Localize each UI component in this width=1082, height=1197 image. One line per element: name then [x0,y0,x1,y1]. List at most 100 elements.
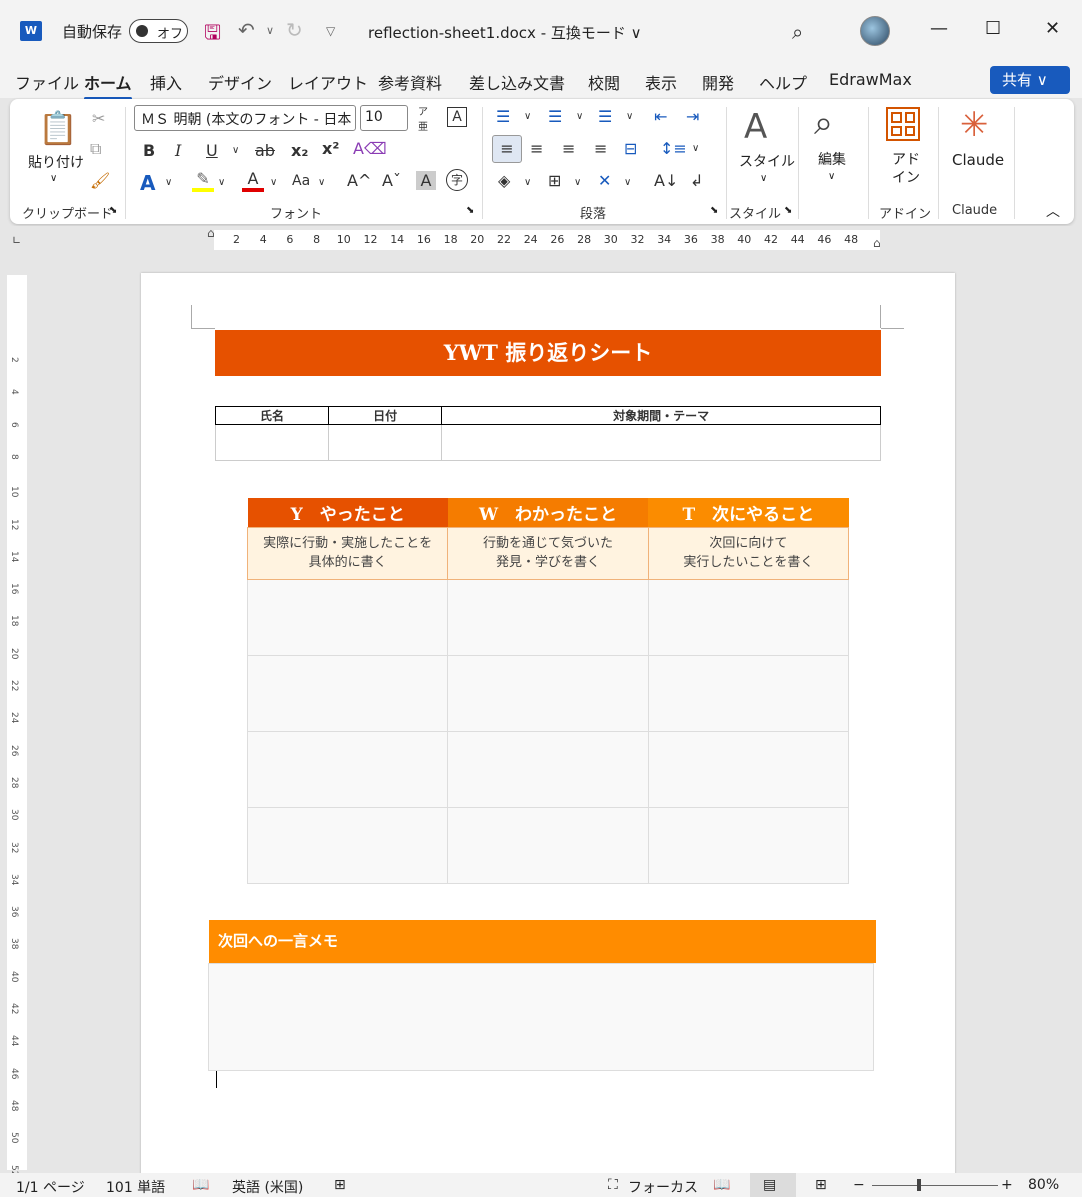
ywt-cell[interactable] [246,730,449,808]
zoom-slider[interactable] [872,1185,998,1186]
info-cell-theme[interactable] [441,424,881,461]
superscript-icon[interactable]: x² [322,139,339,158]
chevron-down-icon[interactable]: ∨ [760,173,767,184]
save-icon[interactable]: 🖫 [204,18,221,52]
dialog-launcher-icon[interactable]: ⬊ [784,205,792,216]
ywt-cell[interactable] [447,806,649,884]
tab-file[interactable]: ファイル [15,70,79,94]
right-indent-icon[interactable]: ⌂ [873,236,881,250]
format-painter-icon[interactable]: 🖌 [90,171,110,190]
search-icon[interactable]: ⌕ [792,20,803,44]
chevron-down-icon[interactable]: ∨ [266,24,274,37]
web-layout-icon[interactable]: ⊞ [815,1177,827,1193]
claude-icon[interactable]: ✳ [960,105,989,145]
editing-button[interactable]: 編集 [818,149,846,169]
chevron-down-icon[interactable]: ∨ [626,111,633,122]
print-layout-icon[interactable]: ▤ [763,1177,776,1193]
borders-icon[interactable]: ⊞ [548,171,561,190]
ywt-cell[interactable] [447,730,649,808]
line-spacing-icon[interactable]: ↕≡ [660,139,687,158]
underline-icon[interactable]: U [206,141,218,160]
chevron-down-icon[interactable]: ∨ [165,177,172,188]
dialog-launcher-icon[interactable]: ⬊ [710,205,718,216]
focus-button[interactable]: フォーカス [628,1177,698,1197]
ywt-cell[interactable] [647,730,850,808]
italic-icon[interactable]: I [175,141,181,160]
indent-marker-icon[interactable]: ⌂ [207,226,215,240]
tab-developer[interactable]: 開発 [702,70,734,94]
chevron-down-icon[interactable]: ∨ [828,171,835,182]
info-cell-name[interactable] [214,424,330,461]
font-size-select[interactable]: 10 [360,105,408,131]
sort-icon[interactable]: A↓ [654,171,678,190]
copy-icon[interactable]: ⧉ [90,139,101,159]
ywt-cell[interactable] [246,806,449,884]
tab-home[interactable]: ホーム [84,70,132,100]
focus-icon[interactable]: ⛶ [608,1177,618,1193]
info-cell-date[interactable] [328,424,443,461]
ywt-cell[interactable] [447,654,649,732]
shrink-font-icon[interactable]: Aˇ [382,171,401,190]
close-button[interactable]: ✕ [1045,18,1060,39]
tab-selector-icon[interactable]: ∟ [12,234,21,247]
chevron-down-icon[interactable]: ∨ [524,177,531,188]
chevron-down-icon[interactable]: ∨ [624,177,631,188]
dialog-launcher-icon[interactable]: ⬊ [109,205,117,216]
search-icon[interactable]: ⌕ [814,103,833,143]
ywt-cell[interactable] [246,578,449,656]
zoom-level[interactable]: 80% [1028,1177,1059,1193]
language-indicator[interactable]: 英語 (米国) [232,1177,303,1197]
numbering-icon[interactable]: ☰ [548,107,562,126]
chevron-down-icon[interactable]: ∨ [232,145,239,156]
chevron-down-icon[interactable]: ∨ [574,177,581,188]
autosave-toggle[interactable]: オフ [129,19,188,43]
minimize-button[interactable]: — [930,18,948,39]
ywt-cell[interactable] [647,806,850,884]
proofing-icon[interactable]: 📖 [192,1177,209,1193]
chevron-down-icon[interactable]: ∨ [50,173,57,184]
tab-insert[interactable]: 挿入 [150,70,182,94]
chevron-down-icon[interactable]: ∨ [576,111,583,122]
align-center-icon[interactable]: ≡ [530,139,543,158]
clear-formatting-icon[interactable]: A⌫ [353,139,387,158]
character-border-icon[interactable]: A [447,107,467,127]
highlight-icon[interactable]: ✎ [192,169,214,192]
avatar[interactable] [860,16,890,46]
maximize-button[interactable]: ☐ [985,18,1001,39]
change-case-icon[interactable]: Aa [292,173,310,189]
zoom-slider-thumb[interactable] [917,1179,921,1191]
chevron-down-icon[interactable]: ∨ [524,111,531,122]
zoom-in-icon[interactable]: + [1001,1177,1013,1193]
share-button[interactable]: 共有 ∨ [990,66,1070,94]
chevron-down-icon[interactable]: ∨ [692,143,699,154]
memo-field[interactable] [208,963,874,1071]
accessibility-icon[interactable]: ⊞ [334,1177,346,1193]
chevron-down-icon[interactable]: ∨ [318,177,325,188]
distributed-icon[interactable]: ⊟ [624,139,637,158]
styles-button[interactable]: スタイル [739,151,795,171]
horizontal-ruler[interactable]: 2 4 6 8 10 12 14 16 18 20 22 24 26 28 30 32 34 36 38 40 42 44… [214,230,880,250]
ywt-cell[interactable] [447,578,649,656]
tab-mailings[interactable]: 差し込み文書 [469,70,565,94]
paste-button[interactable]: 貼り付け [28,152,84,172]
undo-icon[interactable]: ↶ [238,18,255,42]
ywt-cell[interactable] [647,578,850,656]
collapse-ribbon-icon[interactable]: ︿ [1046,201,1060,221]
subscript-icon[interactable]: x₂ [291,141,308,160]
add-ins-button[interactable]: アド イン [892,151,920,187]
customize-toolbar-icon[interactable]: ▽ [326,24,335,38]
chevron-down-icon[interactable]: ∨ [218,177,225,188]
bullets-icon[interactable]: ☰ [496,107,510,126]
read-mode-icon[interactable]: 📖 [713,1177,730,1193]
tab-help[interactable]: ヘルプ [759,70,807,94]
tab-edrawmax[interactable]: EdrawMax [829,70,912,89]
asian-layout-icon[interactable]: ✕ [598,171,611,190]
increase-indent-icon[interactable]: ⇥ [686,107,699,126]
text-effects-icon[interactable]: A [140,171,155,195]
document-title[interactable]: reflection-sheet1.docx - 互換モード ∨ [368,22,642,43]
align-left-icon[interactable]: ≡ [492,135,522,163]
page-count[interactable]: 1/1 ページ [16,1177,85,1197]
document-page[interactable]: YWT 振り返りシート 氏名 日付 対象期間・テーマ Y やったこと W わかっ… [141,273,955,1197]
add-ins-icon[interactable] [886,107,920,141]
word-count[interactable]: 101 単語 [106,1177,165,1197]
